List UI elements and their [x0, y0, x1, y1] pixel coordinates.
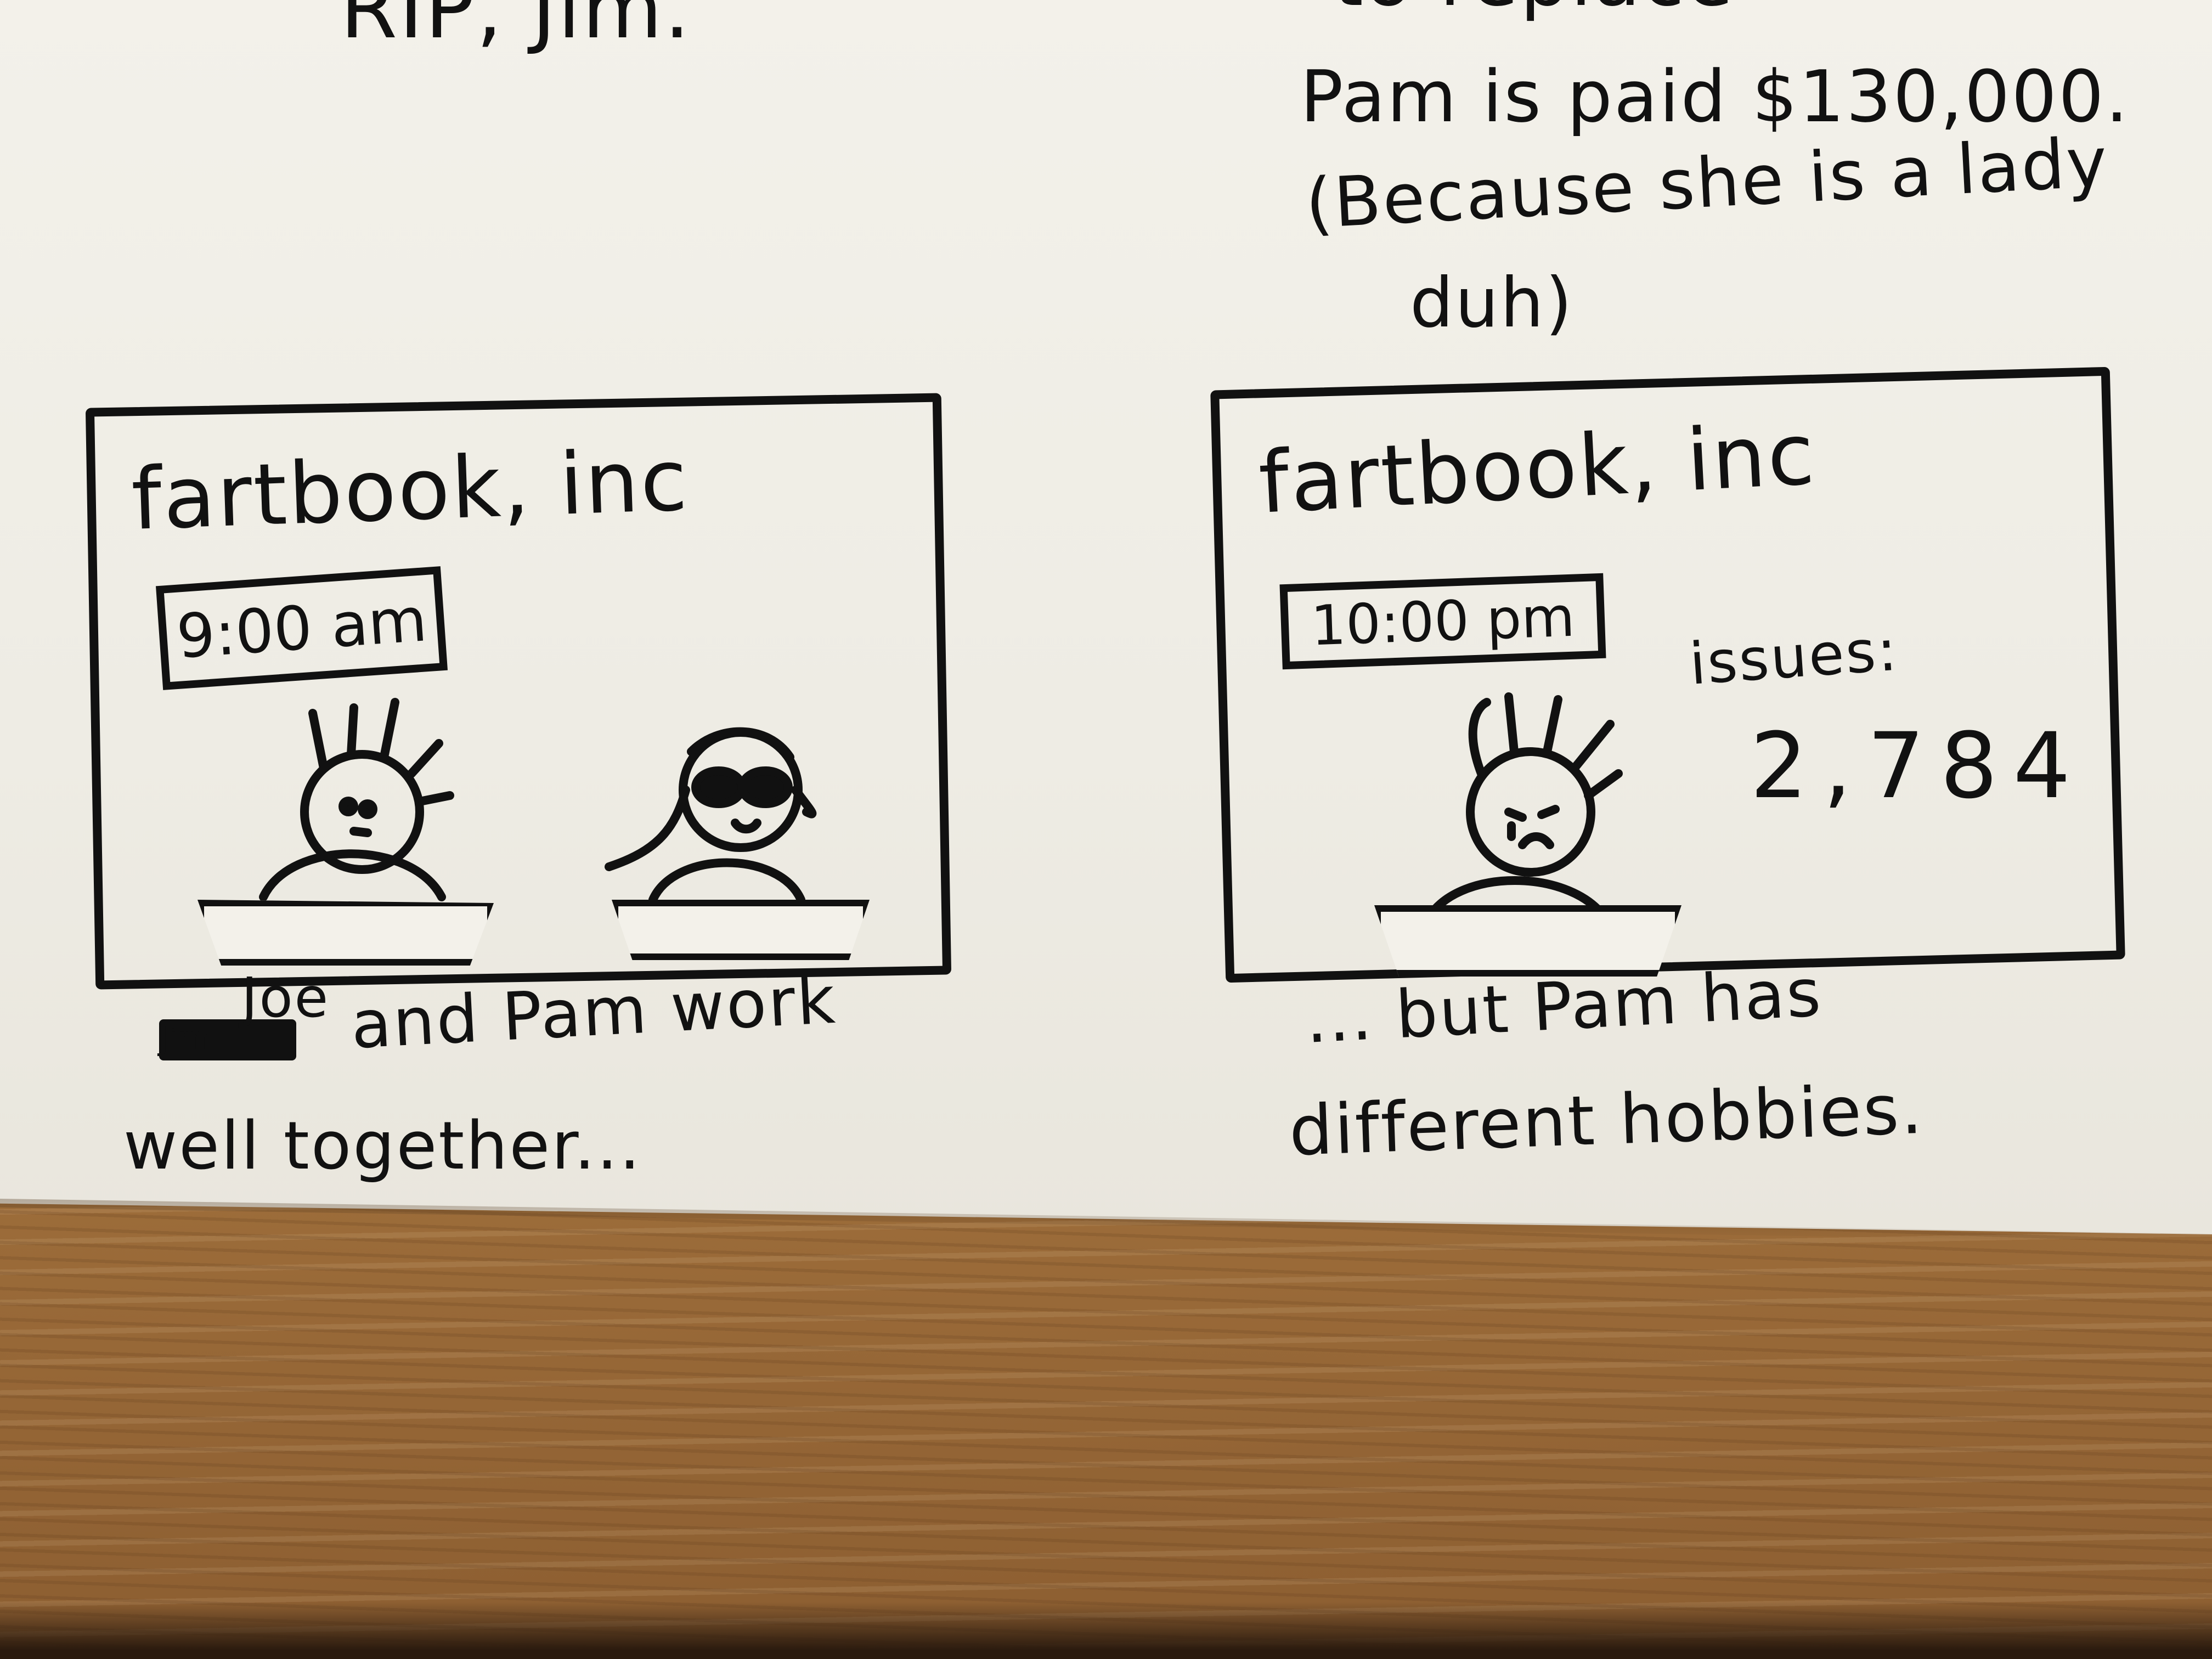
issues-count: 2,784: [1750, 713, 2086, 819]
left-caption-line2: well together...: [123, 1108, 642, 1184]
struck-name-text: Jim: [159, 1019, 210, 1058]
desk-shadow: [0, 1602, 2212, 1659]
sad-joe-head-icon: [1466, 692, 1623, 877]
pam-laptop: [612, 900, 870, 960]
salary-line: Pam is paid $130,000.: [1300, 55, 2130, 138]
left-time-tag: 9:00 am: [156, 566, 448, 690]
caption-joe: Joe: [241, 966, 330, 1030]
duh-line: duh): [1410, 263, 1574, 343]
right-time-tag: 10:00 pm: [1279, 573, 1606, 670]
pam-sunglasses-icon: [605, 727, 817, 871]
left-time-text: 9:00 am: [174, 584, 430, 672]
joe-laptop: [198, 900, 494, 966]
joe-head-spiky-hair-icon: [300, 698, 454, 874]
pam-body: [648, 858, 805, 904]
right-time-text: 10:00 pm: [1310, 584, 1576, 658]
joe-body: [259, 849, 446, 901]
top-right-partial-text: to replace: [1333, 0, 1735, 24]
left-panel-company: fartbook, inc: [129, 430, 691, 549]
rip-text: RIP, Jim.: [340, 0, 692, 57]
